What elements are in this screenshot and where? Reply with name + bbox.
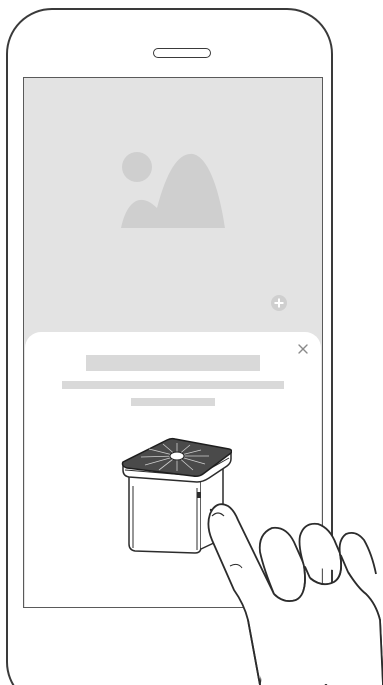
add-icon[interactable] (270, 294, 288, 312)
description-placeholder-bar-short (131, 398, 215, 406)
tutorial-illustration (0, 0, 383, 685)
phone-speaker-slot (153, 48, 211, 58)
description-placeholder-bar (62, 381, 284, 389)
image-placeholder-icon (121, 152, 225, 228)
close-icon[interactable] (296, 342, 310, 356)
title-placeholder-bar (86, 355, 260, 371)
pointing-hand (207, 503, 383, 685)
